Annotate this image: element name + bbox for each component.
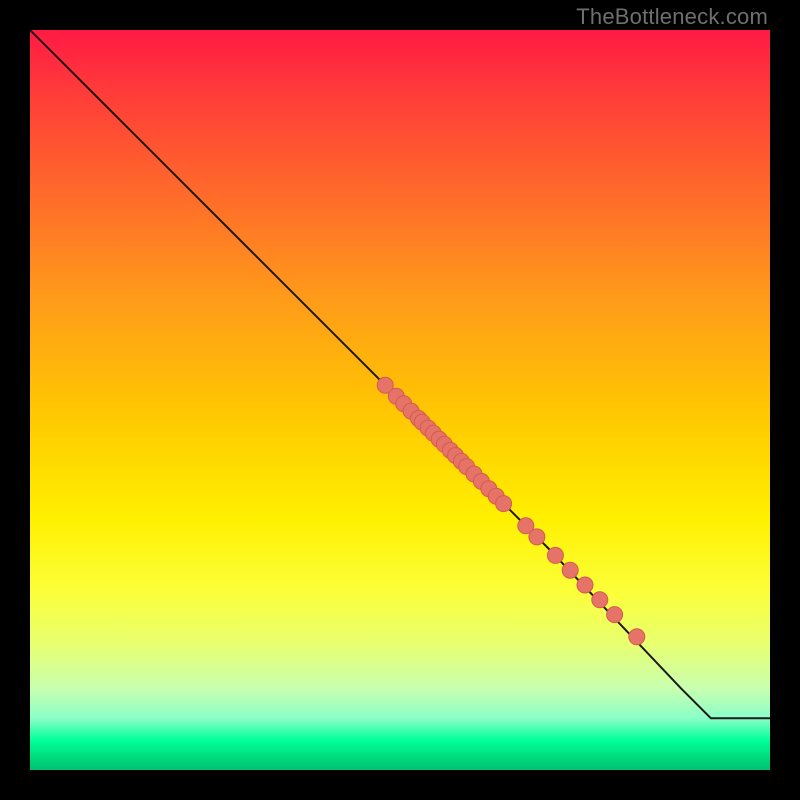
data-point — [562, 562, 578, 578]
curve-line — [30, 30, 770, 718]
data-point — [607, 607, 623, 623]
chart-stage: TheBottleneck.com — [0, 0, 800, 800]
watermark-label: TheBottleneck.com — [576, 4, 768, 30]
data-point — [592, 592, 608, 608]
data-point — [629, 629, 645, 645]
chart-svg — [30, 30, 770, 770]
data-point — [547, 547, 563, 563]
data-point — [577, 577, 593, 593]
data-point — [529, 529, 545, 545]
data-point — [496, 496, 512, 512]
plot-area — [30, 30, 770, 770]
